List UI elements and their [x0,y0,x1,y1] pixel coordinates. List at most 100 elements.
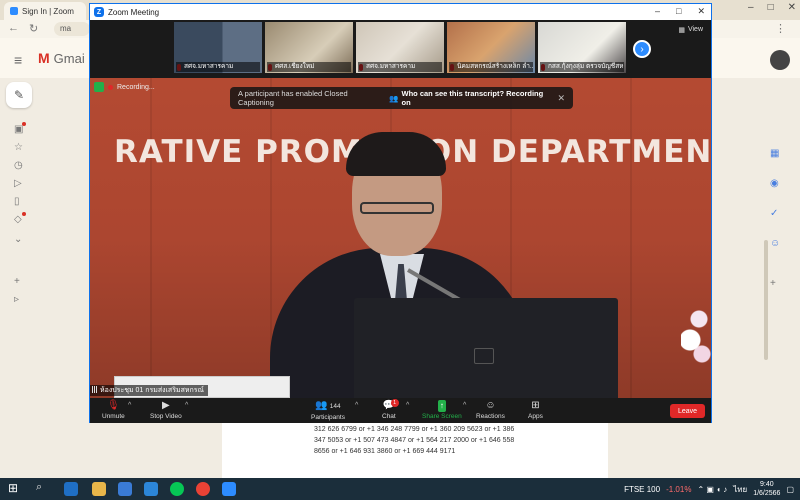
stop-video-button[interactable]: ▶ Stop Video [150,400,182,420]
thumbnail-name: สศจ.มหาสารคาม [176,62,260,72]
unmute-button[interactable]: 🎙 Unmute [102,400,125,420]
maximize-icon[interactable]: □ [768,2,774,13]
share-options-caret[interactable]: ^ [463,402,466,409]
speaker-name: ห้องประชุม 01 กรมส่งเสริมสหกรณ์ [100,387,204,394]
next-page-button[interactable]: › [633,40,651,58]
language-indicator[interactable]: ไทย [733,483,747,496]
banner-message: A participant has enabled Closed Caption… [238,89,348,107]
refresh-icon[interactable]: ↻ [29,22,38,35]
mail-icon[interactable] [144,482,158,496]
reactions-icon: ☺ [485,400,496,411]
zoom-window-title: Zoom Meeting [108,7,160,17]
participants-options-caret[interactable]: ^ [355,402,358,409]
search-icon[interactable]: ⌕ [36,481,50,495]
zoom-titlebar: Z Zoom Meeting – □ ✕ [90,4,711,20]
calendar-icon[interactable]: ▦ [770,148,779,159]
maximize-icon[interactable]: □ [676,6,681,17]
leave-button[interactable]: Leave [670,404,705,418]
zoom-meeting-window: Z Zoom Meeting – □ ✕ สศจ.มหาสารคาม ศศส.เ… [89,3,712,423]
contacts-icon[interactable]: ☺ [770,238,780,249]
chat-button[interactable]: 💬 1 Chat [382,399,399,420]
close-icon[interactable]: ✕ [788,2,796,13]
transcript-info-link[interactable]: 👥 Who can see this transcript? Recording… [389,89,549,107]
notification-icon[interactable]: ▢ [786,485,794,494]
gmail-left-rail: ✎ ▣ ☆ ◷ ▷ ▯ ◇ ⌄ + ▹ [0,78,35,478]
clock-date: 1/6/2566 [753,490,781,497]
video-options-caret[interactable]: ^ [185,402,188,409]
transcript-link-text: Who can see this transcript? Recording o… [401,89,544,107]
participant-thumbnail[interactable]: ศศส.เชียงใหม่ [265,22,353,73]
zoom-logo-icon: Z [94,7,104,17]
participant-thumbnail[interactable]: นิคมสหกรณ์สร้างเหล็ก ลำ... [447,22,535,73]
participant-thumbnail[interactable]: สศจ.มหาสารคาม [174,22,262,73]
participant-thumbnail[interactable]: กสส.กุ้งกุงลุ่ม ตรวจบัญชีสหกรณ์ [538,22,626,73]
mail-dialin-text: 312 626 6799 or +1 346 248 7799 or +1 36… [314,426,515,455]
grid-icon: ▦ [678,27,685,34]
keep-icon[interactable]: ◉ [770,178,779,189]
chat-options-caret[interactable]: ^ [406,402,409,409]
clock-time: 9:40 [760,481,774,488]
hamburger-menu-icon[interactable]: ≡ [14,52,22,68]
thumbnail-name: กสส.กุ้งกุงลุ่ม ตรวจบัญชีสหกรณ์ [540,62,624,72]
minimize-icon[interactable]: – [748,2,754,13]
speaker-glasses [360,202,434,214]
store-icon[interactable] [118,482,132,496]
stop-video-label: Stop Video [150,413,182,420]
file-explorer-icon[interactable] [92,482,106,496]
browser-tab-zoom-signin[interactable]: Sign In | Zoom [4,2,86,20]
star-icon[interactable]: ☆ [14,142,23,153]
browser-nav: ← ↻ [8,22,38,35]
close-icon[interactable]: ✕ [557,93,565,104]
gmail-logo[interactable]: M Gmai [38,50,85,66]
chat-icon: 💬 1 [383,399,399,412]
add-addon-icon[interactable]: + [770,278,776,289]
avatar[interactable] [770,50,790,70]
close-icon[interactable]: ✕ [697,6,705,17]
caption-notification-banner: A participant has enabled Closed Caption… [230,87,573,109]
view-button[interactable]: ▦ View [678,26,703,34]
minimize-icon[interactable]: – [655,6,660,17]
extensions-icon[interactable]: ⋮ [775,22,786,35]
participants-button[interactable]: 👥 144 Participants [311,400,345,421]
unmute-label: Unmute [102,413,125,420]
chrome-icon[interactable] [196,482,210,496]
shield-icon [94,82,104,92]
clock-icon[interactable]: ◷ [14,160,23,171]
sent-icon[interactable]: ▷ [14,178,22,189]
chevron-down-icon[interactable]: ⌄ [14,234,22,245]
chat-unread-badge: 1 [390,399,399,407]
drafts-icon[interactable]: ▯ [14,196,20,207]
zoom-taskbar-icon[interactable] [222,482,236,496]
recording-indicator[interactable]: Recording... [94,82,155,92]
apps-button[interactable]: ⊞ Apps [528,400,543,420]
address-bar[interactable]: ma [54,22,90,36]
recording-label: Recording... [117,83,155,91]
back-icon[interactable]: ← [8,22,19,35]
tray-icons[interactable]: ⌃ ▣ ◖ ♪ [697,485,727,494]
windows-start-icon[interactable]: ⊞ [8,481,22,495]
participant-thumbnail[interactable]: สศจ.มหาสารคาม [356,22,444,73]
gmail-right-rail: ▦ ◉ ✓ ☺ + [710,78,800,478]
audio-options-caret[interactable]: ^ [128,402,131,409]
mail-body: 312 626 6799 or +1 346 248 7799 or +1 36… [222,422,608,478]
label-icon[interactable]: ◇ [14,214,22,225]
share-screen-button[interactable]: ↑ Share Screen [422,400,462,420]
edge-icon[interactable] [64,482,78,496]
muted-mic-icon: 🎙 [107,400,120,411]
folder-icon[interactable]: ▹ [14,294,19,305]
signal-strength-icon [92,386,98,393]
wall-panel-line [630,78,632,398]
line-icon[interactable] [170,482,184,496]
clock[interactable]: 9:40 1/6/2566 [753,480,780,498]
laptop [354,298,618,398]
scrollbar[interactable] [764,240,768,360]
add-label-icon[interactable]: + [14,276,20,287]
apps-icon: ⊞ [531,400,540,411]
tasks-icon[interactable]: ✓ [770,208,778,219]
compose-button[interactable]: ✎ [6,82,32,108]
gmail-logo-text: Gmai [53,50,85,66]
ticker-name[interactable]: FTSE 100 [624,485,660,494]
reactions-button[interactable]: ☺ Reactions [476,400,505,420]
recording-dot-icon [108,84,113,90]
wall-panel-line [150,78,152,398]
